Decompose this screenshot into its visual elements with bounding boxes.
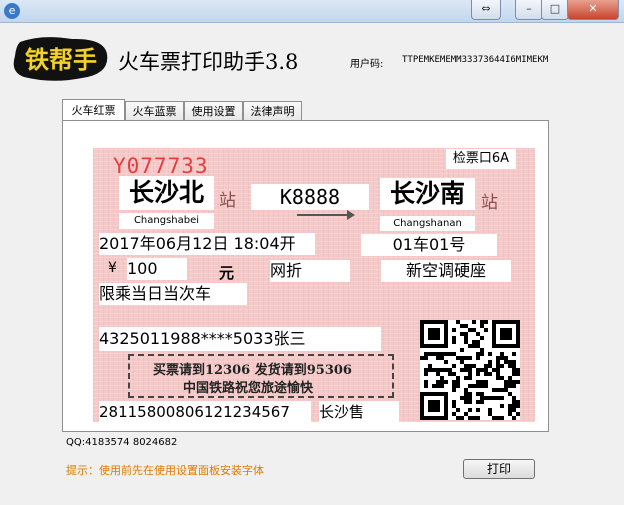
qq-contact: QQ:4183574 8024682	[66, 437, 178, 448]
app-logo: 铁帮手	[13, 37, 108, 81]
tab-settings[interactable]: 使用设置	[184, 101, 243, 121]
yuan-label: 元	[219, 264, 235, 282]
app-title: 火车票打印助手3.8	[118, 50, 299, 74]
user-code-value: TTPEMKEMEMM33373644I6MIMEKM	[402, 55, 549, 65]
gate-field[interactable]: 检票口6A	[446, 149, 516, 169]
price-field[interactable]: 100	[127, 258, 187, 280]
slogan-text: 中国铁路祝您旅途愉快	[183, 381, 314, 396]
currency-symbol: ¥	[108, 260, 117, 276]
ticket-serial: Y077733	[113, 154, 209, 178]
discount-field[interactable]: 网折	[270, 260, 350, 282]
tab-legal[interactable]: 法律声明	[243, 101, 302, 121]
minimize-button[interactable]: –	[515, 0, 543, 20]
tab-blue-ticket[interactable]: 火车蓝票	[125, 101, 184, 121]
to-station-field[interactable]: 长沙南	[380, 178, 475, 210]
ticket-preview: Y077733 检票口6A 长沙北 站 K8888 长沙南 站 Changsha…	[93, 148, 535, 422]
to-pinyin-field[interactable]: Changshanan	[380, 216, 475, 231]
print-button[interactable]: 打印	[463, 459, 535, 479]
user-code-label: 用户码:	[350, 59, 384, 70]
sell-station-field[interactable]: 长沙售	[319, 401, 399, 422]
train-number-field[interactable]: K8888	[251, 184, 369, 210]
app-icon: e	[4, 3, 20, 19]
direction-arrow-icon	[297, 210, 355, 220]
seat-type-field[interactable]: 新空调硬座	[381, 260, 511, 282]
hint-text: 提示：使用前先在使用设置面板安装字体	[66, 464, 264, 477]
ticket-number-field[interactable]: 28115800806121234567	[99, 401, 311, 422]
qr-code-icon	[420, 320, 520, 420]
title-bar: e ⇔ – □ ✕	[0, 0, 624, 23]
datetime-field[interactable]: 2017年06月12日 18:04开	[99, 233, 315, 255]
from-station-suffix: 站	[219, 191, 236, 211]
close-button[interactable]: ✕	[567, 0, 619, 20]
logo-text: 铁帮手	[25, 45, 97, 74]
passenger-field[interactable]: 4325011988****5033张三	[99, 327, 381, 351]
from-station-field[interactable]: 长沙北	[119, 176, 214, 210]
seat-field[interactable]: 01车01号	[361, 234, 497, 256]
tab-red-ticket[interactable]: 火车红票	[62, 99, 125, 121]
to-station-suffix: 站	[481, 193, 498, 213]
maximize-button[interactable]: □	[541, 0, 569, 20]
hotline-text: 买票请到12306 发货请到95306	[153, 363, 352, 378]
restore-button[interactable]: ⇔	[471, 0, 501, 20]
from-pinyin-field[interactable]: Changshabei	[119, 213, 214, 229]
limit-field[interactable]: 限乘当日当次车	[99, 283, 247, 305]
